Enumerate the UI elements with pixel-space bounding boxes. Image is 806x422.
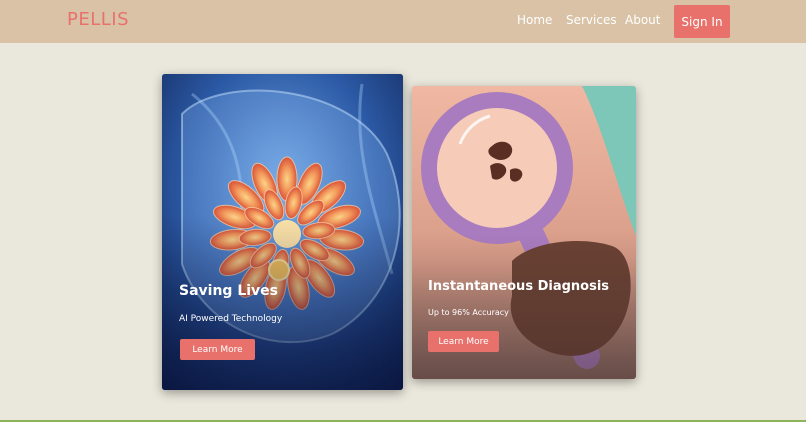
- learn-more-button[interactable]: Learn More: [428, 331, 499, 352]
- sign-in-button[interactable]: Sign In: [674, 5, 730, 38]
- card-instantaneous-diagnosis: Instantaneous Diagnosis Up to 96% Accura…: [412, 86, 636, 379]
- learn-more-button[interactable]: Learn More: [180, 339, 255, 360]
- card-saving-lives: Saving Lives AI Powered Technology Learn…: [162, 74, 403, 390]
- nav-link-services[interactable]: Services: [566, 13, 617, 27]
- card-subtitle: Up to 96% Accuracy: [428, 308, 509, 317]
- card-subtitle: AI Powered Technology: [179, 314, 283, 324]
- brand-logo[interactable]: PELLIS: [67, 9, 129, 30]
- card-title: Instantaneous Diagnosis: [428, 279, 610, 294]
- navbar: PELLIS Home Services About Sign In: [0, 0, 806, 43]
- nav-link-about[interactable]: About: [625, 13, 660, 27]
- card-title: Saving Lives: [179, 283, 278, 299]
- nav-link-home[interactable]: Home: [517, 13, 552, 27]
